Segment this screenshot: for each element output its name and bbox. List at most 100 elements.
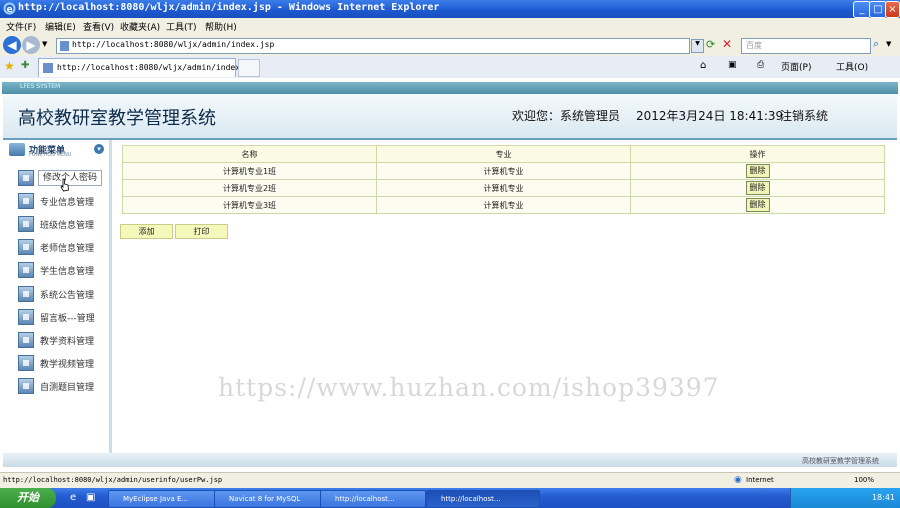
favorites-star-icon[interactable]: ★ [4, 59, 15, 73]
tools-menu[interactable]: 工具(O) [836, 60, 868, 73]
sidebar-item-label: 自测题目管理 [40, 383, 95, 393]
globe-icon: ◉ [734, 475, 742, 485]
collapse-icon[interactable]: ▾ [94, 144, 104, 154]
tab-current-page[interactable]: http://localhost:8080/wljx/admin/index.j… [38, 58, 259, 77]
forward-button[interactable]: ▶ [22, 36, 40, 54]
sidebar-item-label: 系统公告管理 [40, 291, 95, 301]
cell-major: 计算机专业 [376, 179, 631, 197]
tray-clock: 18:41 [871, 493, 895, 502]
page-icon [60, 41, 69, 51]
cell-name: 计算机专业1班 [122, 162, 377, 180]
menu-item-icon [18, 262, 34, 278]
address-url-text: http://localhost:8080/wljx/admin/index.j… [72, 40, 275, 49]
sidebar-item-major[interactable]: 专业信息管理 [18, 193, 102, 209]
tab-page-icon [43, 63, 53, 73]
sidebar-item-class[interactable]: 班级信息管理 [18, 216, 102, 232]
refresh-icon[interactable]: ⟳ [706, 38, 715, 51]
logout-link[interactable]: 注销系统 [780, 107, 828, 124]
delete-button[interactable]: 删除 [745, 164, 770, 178]
desktop-quicklaunch-icon[interactable]: ▣ [86, 492, 95, 503]
cell-major: 计算机专业 [376, 162, 631, 180]
print-button[interactable]: 打印 [175, 224, 228, 239]
sidebar-header: 功能菜单 FUNCTION MENU ▾ [9, 143, 105, 158]
menu-item-icon [18, 216, 34, 232]
column-header-major: 专业 [376, 145, 631, 163]
page-menu[interactable]: 页面(P) [781, 60, 811, 73]
taskbar-item-ie-1[interactable]: http://localhost... [320, 490, 426, 508]
sidebar-item-message-board[interactable]: 留言板---管理 [18, 309, 102, 325]
new-tab-button[interactable] [238, 59, 260, 77]
window-title-bar: e http://localhost:8080/wljx/admin/index… [0, 0, 900, 18]
search-dropdown-icon[interactable]: ▼ [886, 40, 891, 48]
class-table: 名称 专业 操作 计算机专业1班 计算机专业 删除 计算机专业2班 计算机专业 … [122, 145, 885, 214]
hand-cursor-icon [60, 178, 70, 192]
menu-edit[interactable]: 编辑(E) [45, 20, 76, 33]
home-icon[interactable]: ⌂ [700, 60, 706, 71]
search-input[interactable]: 百度 [741, 38, 871, 54]
search-placeholder: 百度 [746, 41, 762, 50]
print-icon[interactable]: ⎙ [757, 60, 764, 70]
history-dropdown-icon[interactable]: ▼ [42, 40, 47, 48]
frame-strip-text: LFES SYSTEM [20, 83, 61, 90]
sidebar-item-student[interactable]: 学生信息管理 [18, 262, 102, 278]
menu-tools[interactable]: 工具(T) [166, 20, 197, 33]
zoom-level[interactable]: 100% [854, 476, 874, 484]
sidebar-item-label: 班级信息管理 [40, 221, 95, 231]
feeds-icon[interactable]: ▣ [728, 60, 737, 70]
sidebar-item-label: 学生信息管理 [40, 267, 95, 277]
stop-icon[interactable]: ✕ [722, 37, 732, 51]
window-title: http://localhost:8080/wljx/admin/index.j… [18, 2, 440, 13]
address-input[interactable]: http://localhost:8080/wljx/admin/index.j… [56, 38, 690, 54]
menu-item-icon [18, 332, 34, 348]
delete-button[interactable]: 删除 [745, 181, 770, 195]
address-dropdown-icon[interactable]: ▼ [691, 39, 704, 53]
page-footer: 高校教研室教学管理系统 [3, 453, 897, 467]
sidebar-item-label: 教学视频管理 [40, 360, 95, 370]
taskbar-item-myeclipse[interactable]: MyEclipse Java E... [108, 490, 226, 508]
ie-quicklaunch-icon[interactable]: e [70, 492, 76, 503]
sidebar-item-label: 教学资料管理 [40, 337, 95, 347]
status-url: http://localhost:8080/wljx/admin/userinf… [3, 476, 223, 484]
start-button[interactable]: 开始 [0, 488, 56, 508]
watermark-text: https://www.huzhan.com/ishop39397 [218, 373, 720, 402]
menu-help[interactable]: 帮助(H) [205, 20, 237, 33]
menu-view[interactable]: 查看(V) [83, 20, 114, 33]
security-zone: Internet [746, 476, 774, 484]
datetime-text: 2012年3月24日 18:41:39 [636, 109, 784, 123]
table-header-row: 名称 专业 操作 [122, 145, 885, 163]
menu-item-icon [18, 239, 34, 255]
menu-file[interactable]: 文件(F) [6, 20, 36, 33]
column-header-action: 操作 [630, 145, 885, 163]
sidebar-item-teacher[interactable]: 老师信息管理 [18, 239, 102, 255]
menu-bar: 文件(F) 编辑(E) 查看(V) 收藏夹(A) 工具(T) 帮助(H) [0, 18, 900, 35]
system-tray: 18:41 [790, 488, 900, 508]
frame-top-strip: LFES SYSTEM [2, 82, 898, 94]
menu-favorites[interactable]: 收藏夹(A) [120, 20, 160, 33]
add-favorites-icon[interactable]: ✚ [21, 60, 29, 71]
cell-action: 删除 [630, 162, 885, 180]
cell-major: 计算机专业 [376, 196, 631, 214]
cell-name: 计算机专业2班 [122, 179, 377, 197]
tab-bar: ★ ✚ http://localhost:8080/wljx/admin/ind… [0, 56, 900, 79]
search-icon[interactable]: ⌕ [873, 37, 879, 51]
address-toolbar: ◀ ▶ ▼ http://localhost:8080/wljx/admin/i… [0, 34, 900, 56]
table-row: 计算机专业3班 计算机专业 删除 [122, 196, 885, 214]
sidebar-item-materials[interactable]: 教学资料管理 [18, 332, 102, 348]
sidebar-item-self-test[interactable]: 自测题目管理 [18, 378, 102, 394]
close-button[interactable]: × [885, 1, 900, 18]
menu-item-icon [18, 193, 34, 209]
sidebar-item-label: 修改个人密码 [38, 170, 103, 186]
table-row: 计算机专业1班 计算机专业 删除 [122, 162, 885, 180]
sidebar-item-videos[interactable]: 教学视频管理 [18, 355, 102, 371]
sidebar-item-notice[interactable]: 系统公告管理 [18, 286, 102, 302]
column-header-name: 名称 [122, 145, 377, 163]
delete-button[interactable]: 删除 [745, 198, 770, 212]
cell-action: 删除 [630, 196, 885, 214]
taskbar-item-ie-2[interactable]: http://localhost... [426, 490, 540, 508]
cell-action: 删除 [630, 179, 885, 197]
add-button[interactable]: 添加 [120, 224, 173, 239]
sidebar-subtitle: FUNCTION MENU [29, 152, 72, 158]
back-button[interactable]: ◀ [3, 36, 21, 54]
taskbar-item-navicat[interactable]: Navicat 8 for MySQL [214, 490, 326, 508]
menu-item-icon [18, 355, 34, 371]
